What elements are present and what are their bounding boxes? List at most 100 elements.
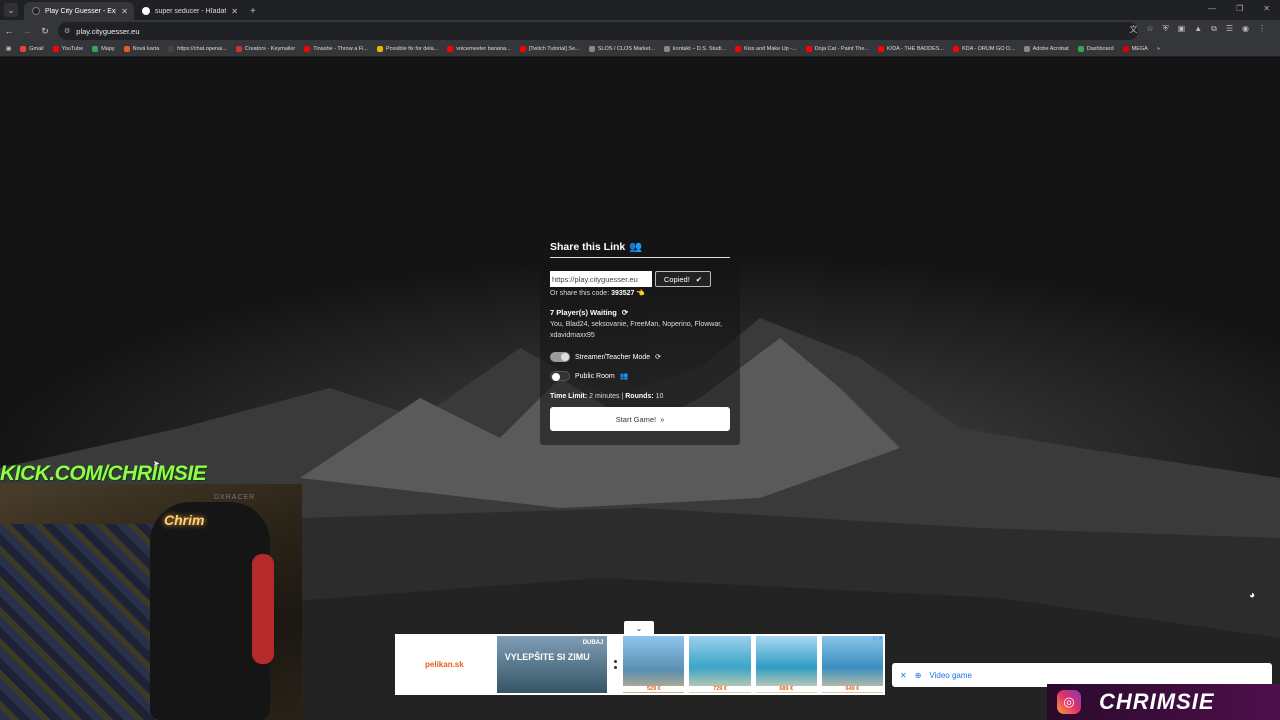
bookmark-doja[interactable]: Doja Cat - Paint The... <box>805 46 869 52</box>
toggle-knob <box>561 353 569 361</box>
loading-spinner-icon: ⟳ <box>621 308 629 317</box>
tab-cityguesser[interactable]: Play City Guesser - Explore the ✕ <box>24 2 134 20</box>
public-room-row: Public Room 👥 <box>550 371 730 381</box>
checkmark-icon: ✔ <box>695 274 703 284</box>
copy-link-button[interactable]: Copied! ✔ <box>655 271 711 287</box>
extensions-puzzle-icon[interactable]: ⧉ <box>1211 24 1217 35</box>
bookmark-acrobat[interactable]: Adobe Acrobat <box>1023 46 1069 52</box>
pointing-hand-icon: 👈 <box>636 290 646 297</box>
bookmark-gmail[interactable]: Gmail <box>20 46 44 52</box>
blanket-pattern <box>0 524 160 720</box>
new-tab-icon[interactable]: + <box>250 6 256 17</box>
cityguesser-favicon-icon <box>32 7 40 15</box>
ad-headline: VYLEPŠITE SI ZIMU <box>504 652 590 662</box>
link-row: Copied! ✔ <box>550 271 730 287</box>
ad-hero: VYLEPŠITE SI ZIMU DUBAJ <box>496 636 608 693</box>
share-link-input[interactable] <box>550 271 652 287</box>
public-room-toggle[interactable] <box>550 371 570 381</box>
instagram-icon: ◎ <box>1057 690 1081 714</box>
streamer-mode-label: Streamer/Teacher Mode <box>575 353 651 361</box>
extension-drive-icon[interactable]: ▲ <box>1194 24 1202 35</box>
tab-bar: ⌄ Play City Guesser - Explore the ✕ supe… <box>0 0 1280 20</box>
bookmark-chatgpt[interactable]: https://chat.openai... <box>168 46 227 52</box>
webcam-overlay: DXRACER Chrim <box>0 484 302 720</box>
start-game-button[interactable]: Start Game! » <box>550 407 730 431</box>
streamer-mode-row: Streamer/Teacher Mode ⟳ <box>550 352 730 362</box>
bookmark-mega[interactable]: MEGA <box>1122 46 1148 52</box>
players-list: You, Blad24, seksovanie, FreeMan, Noperi… <box>550 321 723 339</box>
share-code-line: Or share this code: 393527 👈 <box>550 289 730 297</box>
minimize-icon[interactable]: — <box>1208 4 1216 13</box>
toggle-knob <box>552 373 560 381</box>
modal-header: Share this Link 👥 <box>550 240 730 258</box>
ad-close-icon[interactable]: ▷✕ <box>873 635 883 642</box>
neon-sign: Chrim <box>164 512 205 528</box>
tab-title: Play City Guesser - Explore the <box>45 7 116 15</box>
streamer-mode-toggle[interactable] <box>550 352 570 362</box>
share-code: 393527 <box>611 290 635 297</box>
extension-icon[interactable]: ▣ <box>1178 24 1186 35</box>
close-tab-icon[interactable]: ✕ <box>231 7 238 16</box>
users-icon: 👥 <box>629 241 643 253</box>
apps-icon[interactable]: ▦ <box>6 46 11 52</box>
profile-icon[interactable]: ◉ <box>1242 24 1249 35</box>
double-chevron-right-icon: » <box>660 414 665 424</box>
toolbar-icons: 文 ☆ ⛨ ▣ ▲ ⧉ ☰ ◉ ⋮ <box>1129 24 1266 35</box>
reload-icon[interactable]: ↻ <box>36 26 54 37</box>
bookmarks-bar: ▦ Gmail YouTube Mapy Nová karta https://… <box>0 42 1280 57</box>
instagram-overlay: ◎ CHRIMSIE <box>1047 684 1280 720</box>
ad-collapse-button[interactable]: ⌄ <box>624 621 654 635</box>
close-tab-icon[interactable]: ✕ <box>121 7 128 16</box>
reading-list-icon[interactable]: ☰ <box>1226 24 1233 35</box>
ad-offer[interactable]: 689 € <box>755 636 817 693</box>
chair-brand: DXRACER <box>214 494 256 501</box>
bookmark-keymailer[interactable]: Creators - Keymailer <box>235 46 295 52</box>
url-text: play.cityguesser.eu <box>76 26 140 36</box>
users-icon: 👥 <box>619 373 629 380</box>
bookmark-kontakt[interactable]: kontakt – D.S. Studi... <box>663 46 726 52</box>
modal-title: Share this Link <box>550 240 626 253</box>
bookmark-twitch-tutorial[interactable]: [Twitch Tutorial] Se... <box>519 46 580 52</box>
close-icon[interactable]: ✕ <box>900 671 907 680</box>
ad-carousel-dots <box>612 660 618 669</box>
address-bar[interactable]: ⚙ play.cityguesser.eu <box>58 22 1138 40</box>
site-info-icon[interactable]: ⚙ <box>64 27 70 35</box>
advertisement-banner[interactable]: pelikan.sk VYLEPŠITE SI ZIMU DUBAJ 529 €… <box>395 634 885 695</box>
mouse-cursor-icon: ➤ <box>153 459 160 468</box>
bookmark-star-icon[interactable]: ☆ <box>1146 24 1153 35</box>
bookmark-nova-karta[interactable]: Nová karta <box>123 46 159 52</box>
ad-logo: pelikan.sk <box>425 660 464 669</box>
ad-offer[interactable]: 649 € <box>821 636 884 693</box>
search-icon: ⊕ <box>914 670 922 680</box>
maximize-icon[interactable]: ❐ <box>1236 4 1243 13</box>
bookmark-tinashe[interactable]: Tinashe - Throw a Fi... <box>304 46 368 52</box>
bookmark-slos[interactable]: SLOS / CLOS Market... <box>588 46 655 52</box>
tab-title: super seducer - Hľadať Googl <box>155 7 227 15</box>
back-icon[interactable]: ← <box>0 26 18 36</box>
bookmark-mapy[interactable]: Mapy <box>92 46 115 52</box>
forward-icon[interactable]: → <box>18 26 36 36</box>
more-bookmarks-icon[interactable]: » <box>1157 46 1160 52</box>
ad-offer[interactable]: 529 € <box>623 636 685 693</box>
discord-icon[interactable]: ◕ <box>1241 590 1263 608</box>
game-page: Share this Link 👥 Copied! ✔ Or share thi… <box>0 58 1280 720</box>
bookmark-dashboard[interactable]: Dashboard <box>1077 46 1114 52</box>
tab-google[interactable]: super seducer - Hľadať Googl ✕ <box>134 2 244 20</box>
close-window-icon[interactable]: ✕ <box>1263 4 1270 13</box>
bookmark-kda-baddest[interactable]: K/DA - THE BADDES... <box>878 46 944 52</box>
channel-name: CHRIMSIE <box>1099 689 1215 714</box>
public-room-label: Public Room <box>575 372 615 380</box>
bookmark-voicemeeter[interactable]: voicemeeter banana... <box>447 46 511 52</box>
bookmark-fix[interactable]: Possible fix for dela... <box>376 46 438 52</box>
translate-icon[interactable]: 文 <box>1129 24 1137 35</box>
share-code-prefix: Or share this code: <box>550 290 610 297</box>
bookmark-youtube[interactable]: YouTube <box>52 46 83 52</box>
menu-icon[interactable]: ⋮ <box>1258 24 1266 35</box>
bookmark-kda-drum[interactable]: KDA - DRUM GO D... <box>953 46 1015 52</box>
chair-red-stripe <box>252 554 274 664</box>
extension-shield-icon[interactable]: ⛨ <box>1163 24 1169 35</box>
ad-place: DUBAJ <box>582 640 604 646</box>
tab-search-button[interactable]: ⌄ <box>4 3 18 17</box>
ad-offer[interactable]: 729 € <box>689 636 751 693</box>
bookmark-kiss[interactable]: Kiss and Make Up -... <box>735 46 797 52</box>
